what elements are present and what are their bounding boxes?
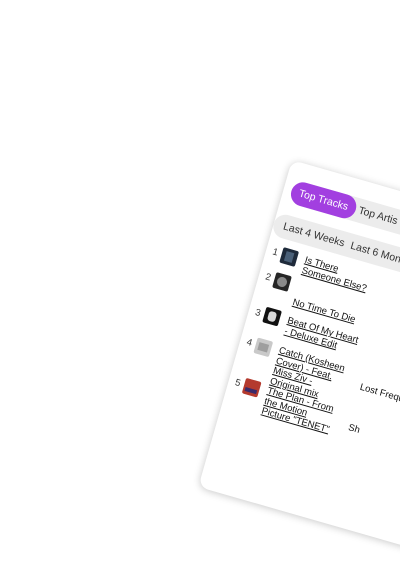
track-album bbox=[384, 305, 400, 327]
track-rank: 5 bbox=[233, 377, 242, 390]
album-art bbox=[262, 306, 282, 327]
album-art bbox=[253, 337, 274, 358]
album-art bbox=[272, 272, 292, 292]
track-album bbox=[373, 340, 400, 362]
album-art bbox=[279, 247, 300, 267]
track-rank: 4 bbox=[245, 336, 254, 349]
track-rank: 1 bbox=[271, 246, 280, 259]
top-tracks-card: Top Tracks Top Artis Last 4 Weeks Last 6… bbox=[198, 160, 400, 570]
album-art bbox=[241, 377, 262, 398]
track-rank: 3 bbox=[253, 306, 262, 320]
track-rank bbox=[256, 287, 268, 290]
track-album bbox=[391, 280, 400, 302]
tab-top-tracks[interactable]: Top Tracks bbox=[288, 179, 359, 221]
track-album: Sh bbox=[346, 422, 362, 436]
track-album: Lost Frequ bbox=[358, 381, 400, 405]
track-rank: 2 bbox=[263, 271, 273, 284]
track-album bbox=[379, 322, 400, 344]
tab-top-artists[interactable]: Top Artis bbox=[348, 197, 400, 236]
